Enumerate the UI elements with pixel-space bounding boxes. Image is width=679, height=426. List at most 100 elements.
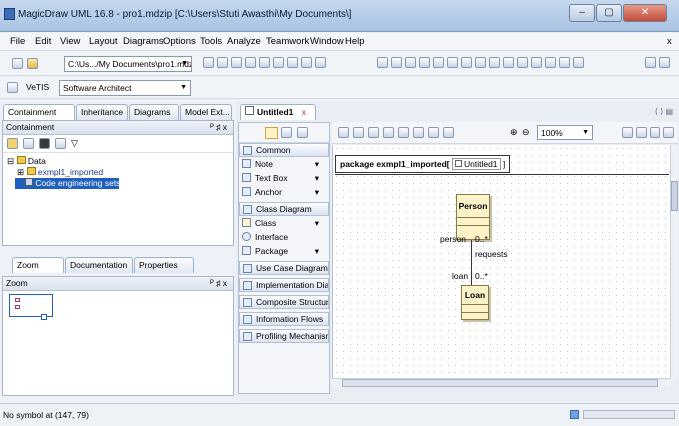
toolbar-icon[interactable] (559, 57, 570, 68)
horizontal-scroll-thumb[interactable] (342, 379, 658, 387)
toolbar-icon[interactable] (377, 57, 388, 68)
toolbar-icon[interactable] (517, 57, 528, 68)
tab-diagrams[interactable]: Diagrams (129, 104, 179, 120)
palette-group-information-flows[interactable]: Information Flows (239, 312, 329, 326)
toolbar-icon[interactable] (573, 57, 584, 68)
toolbar-icon[interactable] (398, 127, 409, 138)
vertical-scrollbar[interactable] (670, 145, 678, 378)
palette-interface[interactable]: Interface (239, 230, 329, 244)
palette-group-use-case[interactable]: Use Case Diagram (239, 261, 329, 275)
palette-group-composite[interactable]: Composite Structure ... (239, 295, 329, 309)
vetis-button[interactable]: VeTIS (26, 82, 49, 92)
palette-class[interactable]: Class ▾ (239, 216, 329, 230)
toolbar-icon[interactable] (383, 127, 394, 138)
toolbar-icon[interactable] (447, 57, 458, 68)
toolbar-icon[interactable] (23, 138, 34, 149)
project-path-combo[interactable]: C:\Us.../My Documents\pro1.mdzip ▼ (64, 56, 192, 72)
toolbar-icon[interactable] (259, 57, 270, 68)
toolbar-icon[interactable] (391, 57, 402, 68)
tab-documentation[interactable]: Documentation (65, 257, 133, 273)
tab-properties[interactable]: Properties (134, 257, 194, 273)
horizontal-scrollbar[interactable] (332, 378, 670, 387)
toolbar-icon[interactable] (203, 57, 214, 68)
editor-nav-arrows[interactable]: ⟨ ⟩ ▤ (655, 107, 673, 116)
toolbar-icon[interactable] (338, 127, 349, 138)
tree-item-data[interactable]: ⊟ Data (7, 156, 229, 167)
chevron-down-icon[interactable]: ▾ (315, 185, 319, 199)
toolbar-icon[interactable] (55, 138, 66, 149)
zoom-in-icon[interactable]: ⊕ (510, 127, 518, 137)
toolbar-icon[interactable] (461, 57, 472, 68)
zoom-combo[interactable]: 100% ▼ (537, 125, 593, 140)
pointer-icon[interactable] (265, 127, 278, 139)
palette-group-implementation[interactable]: Implementation Diagr... (239, 278, 329, 292)
zoom-resize-handle[interactable] (41, 314, 47, 320)
palette-group-profiling[interactable]: Profiling Mechanism (239, 329, 329, 343)
toolbar-icon[interactable] (273, 57, 284, 68)
validation-icon[interactable] (7, 82, 18, 93)
toolbar-icon[interactable] (301, 57, 312, 68)
palette-package[interactable]: Package ▾ (239, 244, 329, 258)
toolbar-icon[interactable] (287, 57, 298, 68)
toolbar-icon[interactable] (659, 57, 670, 68)
menu-diagrams[interactable]: Diagrams (123, 36, 164, 47)
menu-analyze[interactable]: Analyze (227, 36, 261, 47)
panel-pin-icon[interactable]: ᴾ ♯ x (210, 121, 227, 134)
toolbar-icon[interactable] (297, 127, 308, 138)
toolbar-icon[interactable] (281, 127, 292, 138)
toolbar-icon[interactable] (231, 57, 242, 68)
class-loan[interactable]: Loan (461, 285, 489, 320)
toolbar-icon[interactable] (649, 127, 661, 138)
chevron-down-icon[interactable]: ▾ (315, 244, 319, 258)
vertical-scroll-thumb[interactable] (671, 181, 678, 211)
memory-monitor-icon[interactable] (570, 410, 579, 419)
toolbar-icon[interactable] (645, 57, 656, 68)
toolbar-icon[interactable] (315, 57, 326, 68)
toolbar-icon[interactable] (7, 138, 18, 149)
menu-options[interactable]: Options (163, 36, 196, 47)
tree-item-exmpl1[interactable]: ⊞ exmpl1_imported (7, 167, 229, 178)
perspective-combo[interactable]: Software Architect ▼ (59, 80, 191, 96)
toolbar-icon[interactable] (475, 57, 486, 68)
toolbar-icon[interactable] (443, 127, 454, 138)
menu-help[interactable]: Help (345, 36, 365, 47)
chevron-down-icon[interactable]: ▾ (315, 157, 319, 171)
toolbar-icon[interactable] (433, 57, 444, 68)
filter-icon[interactable]: ▽ (71, 138, 78, 148)
collapse-icon[interactable]: ⊟ (7, 156, 14, 166)
palette-text-box[interactable]: Text Box ▾ (239, 171, 329, 185)
palette-note[interactable]: Note ▾ (239, 157, 329, 171)
menu-window[interactable]: Window (310, 36, 344, 47)
panel-pin-icon[interactable]: ᴾ ♯ x (210, 277, 227, 290)
toolbar-icon[interactable] (635, 127, 647, 138)
close-button[interactable]: ✕ (623, 4, 667, 22)
chevron-down-icon[interactable]: ▾ (315, 171, 319, 185)
tab-close-icon[interactable]: x (302, 107, 306, 117)
toolbar-icon[interactable] (545, 57, 556, 68)
association-line[interactable] (471, 240, 472, 285)
palette-anchor[interactable]: Anchor ▾ (239, 185, 329, 199)
menu-tools[interactable]: Tools (200, 36, 222, 47)
menu-edit[interactable]: Edit (35, 36, 51, 47)
tree-item-code-engineering-sets[interactable]: Code engineering sets (15, 178, 120, 189)
toolbar-icon[interactable] (413, 127, 424, 138)
maximize-button[interactable]: ▢ (596, 4, 622, 22)
toolbar-icon[interactable] (405, 57, 416, 68)
zoom-viewport[interactable] (9, 294, 53, 320)
toolbar-icon[interactable] (663, 127, 674, 138)
toolbar-icon[interactable] (217, 57, 228, 68)
menu-layout[interactable]: Layout (89, 36, 118, 47)
palette-group-common[interactable]: Common (239, 143, 329, 157)
toolbar-icon[interactable] (39, 138, 50, 149)
tab-model-extensions[interactable]: Model Ext... (180, 104, 232, 120)
toolbar-icon[interactable] (531, 57, 542, 68)
menu-close-icon[interactable]: x (667, 36, 672, 47)
tab-containment[interactable]: Containment (3, 104, 75, 120)
diagram-canvas[interactable]: package exmpl1_imported[ Untitled1 ] Per… (332, 145, 670, 378)
minimize-button[interactable]: – (569, 4, 595, 22)
toolbar-icon[interactable] (368, 127, 379, 138)
toolbar-icon[interactable] (622, 127, 633, 138)
toolbar-icon[interactable] (245, 57, 256, 68)
menu-file[interactable]: File (10, 36, 25, 47)
tab-inheritance[interactable]: Inheritance (76, 104, 128, 120)
